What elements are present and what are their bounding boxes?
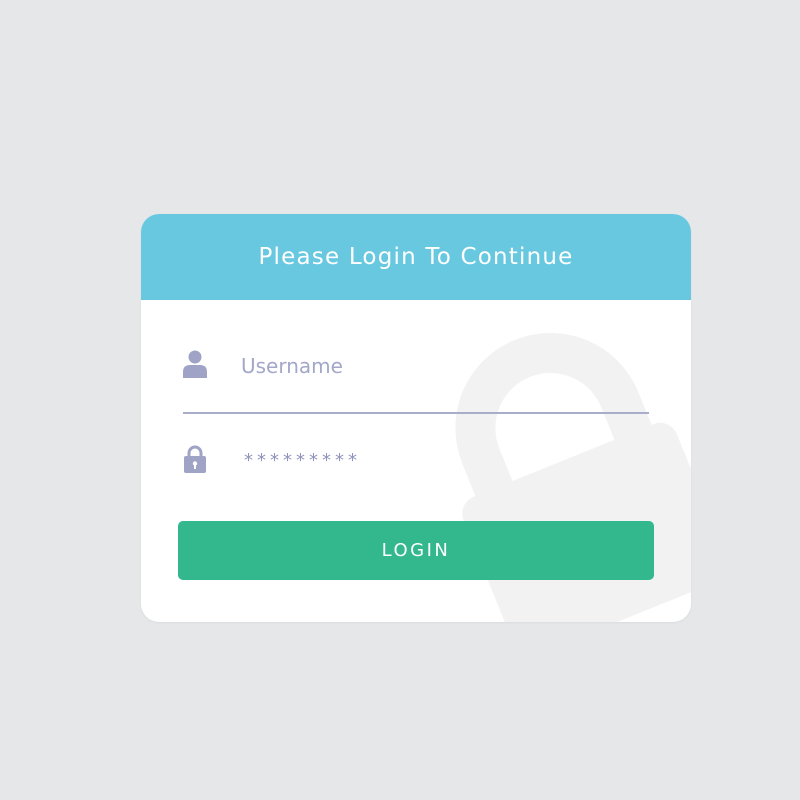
login-card: Please Login To Continue ********* LOGIN — [141, 214, 691, 622]
login-button[interactable]: LOGIN — [178, 521, 654, 580]
page-title: Please Login To Continue — [258, 244, 574, 270]
password-field[interactable]: ********* — [244, 446, 361, 476]
username-underline — [183, 412, 649, 414]
user-icon — [183, 350, 207, 378]
card-header: Please Login To Continue — [141, 214, 691, 300]
lock-icon — [184, 445, 206, 473]
username-input[interactable] — [241, 348, 541, 384]
